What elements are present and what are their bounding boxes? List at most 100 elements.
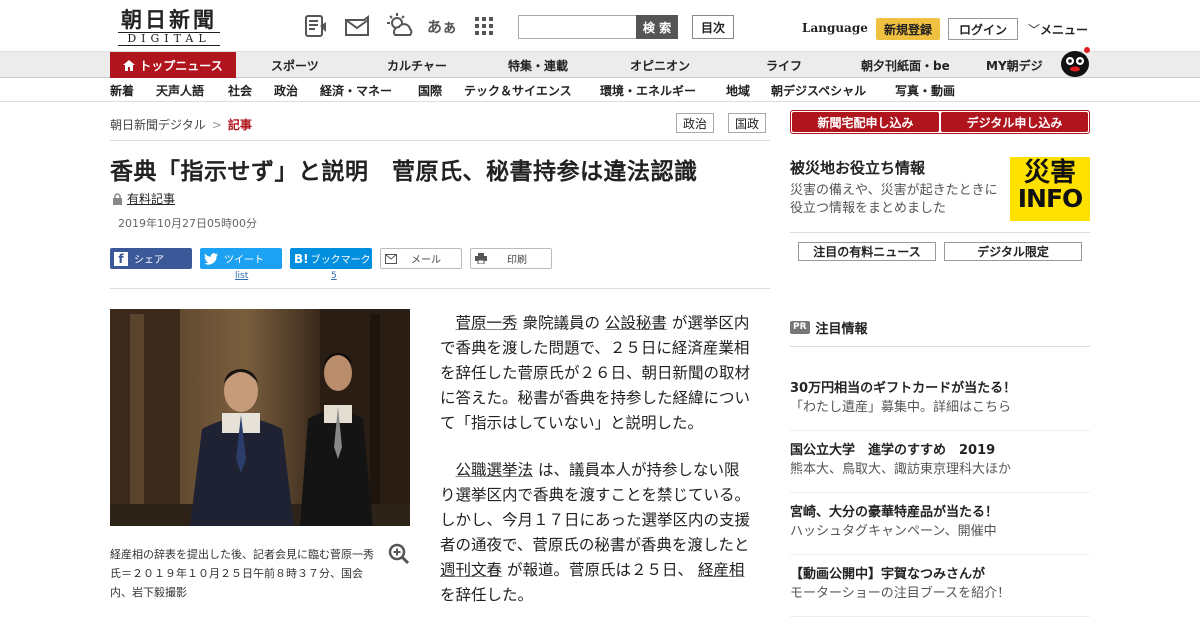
divider (790, 346, 1090, 347)
pr-item[interactable]: 宮崎、大分の豪華特産品が当たる！ ハッシュタグキャンペーン、開催中 (790, 504, 1090, 542)
photo-caption: 経産相の辞表を提出した後、記者会見に臨む菅原一秀氏＝２０１９年１０月２５日午前８… (110, 548, 374, 599)
zoom-icon[interactable] (388, 543, 410, 569)
facebook-icon: f (114, 251, 128, 266)
pr-item-subtitle: モーターショーの注目ブースを紹介！ (790, 586, 1011, 601)
twitter-icon (204, 252, 218, 265)
font-size-icon[interactable]: あぁ (426, 12, 458, 40)
pr-badge: PR (790, 321, 810, 334)
pr-item[interactable]: 国公立大学 進学のすすめ 2019 熊本大、鳥取大、諏訪東京理科大ほか (790, 442, 1090, 480)
twitter-count[interactable]: list (235, 271, 248, 281)
hatena-icon: B! (294, 251, 309, 266)
tag-politics[interactable]: 政治 (676, 113, 715, 133)
breadcrumb: 朝日新聞デジタル > 記事 (110, 116, 252, 133)
divider (790, 616, 1090, 617)
subscribe-buttons: 新聞宅配申し込み デジタル申し込み (790, 110, 1090, 134)
mail-share-label: メール (411, 255, 441, 266)
nav-top-news[interactable]: トップニュース (110, 52, 236, 78)
pr-section-title: 注目情報 (815, 322, 868, 337)
print-icon (475, 253, 487, 264)
pr-item[interactable]: 30万円相当のギフトカードが当たる！ 「わたし遺産」募集中。詳細はこちら (790, 380, 1090, 418)
hatena-count[interactable]: 5 (331, 271, 337, 281)
pr-item-title: 【動画公開中】宇賀なつみさんが (790, 567, 986, 582)
chevron-down-icon: ﹀ (1028, 23, 1041, 37)
keyword-link[interactable]: 公設秘書 (605, 314, 667, 332)
tab-featured-paid-news[interactable]: 注目の有料ニュース (798, 242, 936, 261)
nav-society[interactable]: 社会 (228, 79, 252, 102)
nav-life[interactable]: ライフ (766, 52, 802, 78)
nav-top-news-label: トップニュース (139, 58, 223, 73)
nav-paper[interactable]: 朝夕刊紙面・be (861, 52, 950, 78)
divider (790, 554, 1090, 555)
print-button[interactable]: 印刷 (470, 248, 552, 269)
nav-opinion[interactable]: オピニオン (630, 52, 690, 78)
grid-menu-icon[interactable] (468, 12, 500, 40)
login-button[interactable]: ログイン (948, 18, 1018, 40)
divider (790, 430, 1090, 431)
keyword-link[interactable]: 経産相 (698, 561, 745, 579)
digital-paper-icon[interactable] (300, 12, 332, 40)
article-date: 2019年10月27日05時00分 (118, 217, 257, 230)
twitter-share-label: ツイート (224, 255, 264, 266)
nav-region[interactable]: 地域 (726, 79, 750, 102)
nav-economy[interactable]: 経済・マネー (320, 79, 392, 102)
breadcrumb-home[interactable]: 朝日新聞デジタル (110, 118, 206, 132)
article-title: 香典「指示せず」と説明 菅原氏、秘書持参は違法認識 (110, 159, 698, 185)
tag-national-politics[interactable]: 国政 (728, 113, 767, 133)
divider (790, 492, 1090, 493)
twitter-share-button[interactable]: ツイート (200, 248, 282, 269)
mascot-icon[interactable] (1058, 44, 1092, 82)
paragraph-text: 衆院議員の (522, 314, 600, 332)
divider (790, 232, 1090, 233)
nav-latest[interactable]: 新着 (110, 79, 134, 102)
logo-en: DIGITAL (118, 32, 220, 46)
digital-subscribe-button[interactable]: デジタル申し込み (941, 112, 1088, 132)
mail-icon (385, 253, 397, 264)
article-paragraph: 公職選挙法 は、議員本人が持参しない限り選挙区内で香典を渡すことを禁じている。し… (440, 458, 750, 608)
facebook-share-button[interactable]: f シェア (110, 248, 192, 269)
asahi-logo[interactable]: 朝日新聞 DIGITAL (112, 8, 226, 46)
nav-my-asadigi[interactable]: MY朝デジ (986, 52, 1043, 78)
sub-nav: 新着 天声人語 社会 政治 経済・マネー 国際 テック＆サイエンス 環境・エネル… (0, 79, 1200, 102)
breadcrumb-separator: > (211, 118, 222, 132)
header-icons: あぁ (300, 12, 500, 40)
search-input[interactable] (518, 15, 636, 39)
pr-item-subtitle: ハッシュタグキャンペーン、開催中 (790, 524, 997, 539)
nav-international[interactable]: 国際 (418, 79, 442, 102)
keyword-link[interactable]: 週刊文春 (440, 561, 502, 579)
disaster-info-title[interactable]: 被災地お役立ち情報 (790, 157, 925, 178)
font-size-label: あぁ (426, 17, 457, 36)
newsletter-icon[interactable] (342, 12, 374, 40)
menu-button[interactable]: ﹀メニュー (1028, 21, 1088, 38)
pr-item-subtitle: 「わたし遺産」募集中。詳細はこちら (790, 400, 1012, 415)
print-label: 印刷 (507, 255, 527, 266)
keyword-link[interactable]: 公職選挙法 (456, 461, 534, 479)
article-photo[interactable] (110, 309, 410, 526)
paid-article-badge[interactable]: 有料記事 (112, 190, 175, 207)
nav-tenseijingo[interactable]: 天声人語 (156, 79, 204, 102)
weather-icon[interactable] (384, 12, 416, 40)
paragraph-text: が報道。菅原氏は２５日、 (506, 561, 693, 579)
language-link[interactable]: Language (802, 21, 868, 35)
nav-environment[interactable]: 環境・エネルギー (600, 79, 696, 102)
disaster-info-desc: 災害の備えや、災害が起きたときに役立つ情報をまとめました (790, 183, 998, 216)
keyword-link[interactable]: 菅原一秀 (456, 314, 518, 332)
nav-tech-science[interactable]: テック＆サイエンス (464, 79, 572, 102)
mail-share-button[interactable]: メール (380, 248, 462, 269)
menu-label: メニュー (1040, 23, 1089, 37)
nav-culture[interactable]: カルチャー (387, 52, 447, 78)
pr-item[interactable]: 【動画公開中】宇賀なつみさんが モーターショーの注目ブースを紹介！ (790, 566, 1090, 604)
nav-photo-video[interactable]: 写真・動画 (895, 79, 955, 102)
tab-digital-only[interactable]: デジタル限定 (944, 242, 1082, 261)
search-button[interactable]: 検 索 (636, 15, 678, 39)
nav-special[interactable]: 朝デジスペシャル (771, 79, 866, 102)
nav-sports[interactable]: スポーツ (271, 52, 319, 78)
search-form: 検 索 (518, 15, 678, 39)
disaster-info-logo[interactable]: 災害 INFO (1010, 157, 1090, 221)
nav-features[interactable]: 特集・連載 (508, 52, 568, 78)
contents-button[interactable]: 目次 (692, 15, 734, 39)
register-button[interactable]: 新規登録 (876, 18, 940, 40)
home-icon (123, 59, 136, 71)
newspaper-delivery-button[interactable]: 新聞宅配申し込み (792, 112, 939, 132)
hatena-bookmark-button[interactable]: B! ブックマーク (290, 248, 372, 269)
nav-politics[interactable]: 政治 (274, 79, 298, 102)
